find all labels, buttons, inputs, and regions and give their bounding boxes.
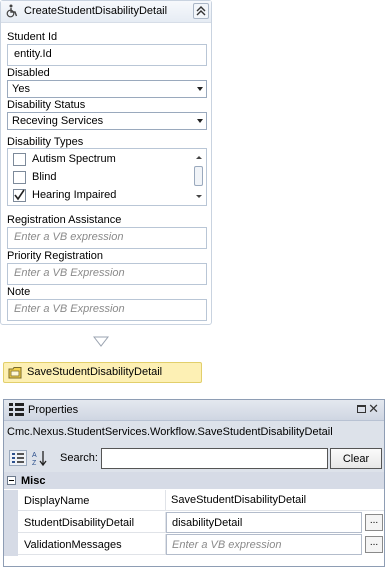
- disability-types-list[interactable]: Autism Spectrum Blind Hearing Impaired: [7, 148, 207, 206]
- registration-assistance-input[interactable]: Enter a VB expression: [7, 227, 207, 249]
- collapse-button[interactable]: [193, 3, 209, 19]
- create-student-disability-detail-activity[interactable]: CreateStudentDisabilityDetail Student Id…: [0, 0, 212, 325]
- svg-text:A: A: [32, 452, 37, 459]
- selected-type-name: Cmc.Nexus.StudentServices.Workflow.SaveS…: [4, 421, 384, 444]
- category-misc[interactable]: Misc: [4, 474, 384, 489]
- property-name: DisplayName: [18, 490, 166, 511]
- property-row-studentdisabilitydetail[interactable]: StudentDisabilityDetail disabilityDetail…: [4, 512, 384, 534]
- ellipsis-button[interactable]: ...: [365, 536, 383, 553]
- scrollbar-thumb[interactable]: [194, 166, 203, 186]
- property-row-displayname[interactable]: DisplayName SaveStudentDisabilityDetail: [4, 490, 384, 512]
- checkbox-label: Blind: [32, 171, 57, 183]
- disability-types-label: Disability Types: [7, 136, 84, 148]
- note-input[interactable]: Enter a VB Expression: [7, 299, 207, 321]
- double-chevron-up-icon: [196, 6, 206, 16]
- window-restore-icon[interactable]: [357, 405, 366, 413]
- priority-registration-label: Priority Registration: [7, 250, 103, 262]
- disabled-select[interactable]: Yes: [7, 80, 207, 98]
- student-id-label: Student Id: [7, 31, 58, 43]
- property-value-input[interactable]: disabilityDetail: [166, 512, 362, 533]
- row-gutter: [4, 490, 18, 512]
- scroll-up-icon: [196, 156, 202, 159]
- properties-toolbar: A Z Search: Clear: [4, 444, 384, 472]
- activity-title: CreateStudentDisabilityDetail: [24, 5, 168, 17]
- svg-text:Z: Z: [32, 460, 37, 467]
- disabled-label: Disabled: [7, 67, 50, 79]
- category-label: Misc: [21, 475, 46, 487]
- disability-status-label: Disability Status: [7, 99, 86, 111]
- ellipsis-button[interactable]: ...: [365, 514, 383, 531]
- disability-status-select[interactable]: Receving Services: [7, 112, 207, 130]
- activity-title: SaveStudentDisabilityDetail: [27, 366, 163, 378]
- priority-registration-input[interactable]: Enter a VB Expression: [7, 263, 207, 285]
- checkbox-label: Hearing Impaired: [32, 189, 117, 201]
- note-label: Note: [7, 286, 31, 298]
- properties-list-icon: [9, 403, 24, 416]
- checkbox[interactable]: [13, 153, 26, 166]
- disabled-select-value: Yes: [12, 83, 30, 95]
- dropdown-arrow-icon: [197, 87, 203, 91]
- search-input[interactable]: [101, 448, 328, 469]
- clear-button[interactable]: Clear: [330, 448, 382, 469]
- activity-header: CreateStudentDisabilityDetail: [1, 1, 211, 23]
- properties-title: Properties: [28, 404, 79, 416]
- sort-alphabetical-icon[interactable]: A Z: [31, 449, 49, 467]
- student-id-input[interactable]: entity.Id: [7, 44, 207, 66]
- checkmark-icon: [14, 189, 25, 201]
- folder-icon: [8, 367, 22, 379]
- property-row-validationmessages[interactable]: ValidationMessages Enter a VB expression…: [4, 534, 384, 556]
- categorized-icon: [12, 453, 24, 463]
- row-gutter: [4, 512, 18, 534]
- categorized-view-button[interactable]: [9, 450, 27, 466]
- wheelchair-icon: [6, 4, 18, 18]
- close-icon[interactable]: ✕: [368, 402, 379, 416]
- property-value[interactable]: SaveStudentDisabilityDetail: [166, 490, 384, 511]
- checkbox-label: Autism Spectrum: [32, 153, 116, 165]
- connector-arrow-icon: [92, 336, 110, 347]
- list-scrollbar[interactable]: [193, 150, 205, 204]
- property-grid: Misc DisplayName SaveStudentDisabilityDe…: [4, 474, 384, 566]
- scroll-down-icon: [196, 195, 202, 198]
- checkbox[interactable]: [13, 171, 26, 184]
- property-name: ValidationMessages: [18, 534, 166, 555]
- registration-assistance-label: Registration Assistance: [7, 214, 122, 226]
- properties-pane: Properties ✕ Cmc.Nexus.StudentServices.W…: [3, 399, 385, 567]
- row-gutter: [4, 534, 18, 556]
- checkbox[interactable]: [13, 189, 26, 202]
- dropdown-arrow-icon: [197, 119, 203, 123]
- properties-titlebar: Properties ✕: [4, 400, 384, 421]
- save-student-disability-detail-activity[interactable]: SaveStudentDisabilityDetail: [3, 362, 202, 383]
- search-label: Search:: [60, 452, 98, 464]
- disability-status-select-value: Receving Services: [12, 115, 104, 127]
- property-value-input[interactable]: Enter a VB expression: [166, 534, 362, 555]
- collapse-toggle-icon[interactable]: [7, 476, 16, 485]
- property-name: StudentDisabilityDetail: [18, 512, 166, 533]
